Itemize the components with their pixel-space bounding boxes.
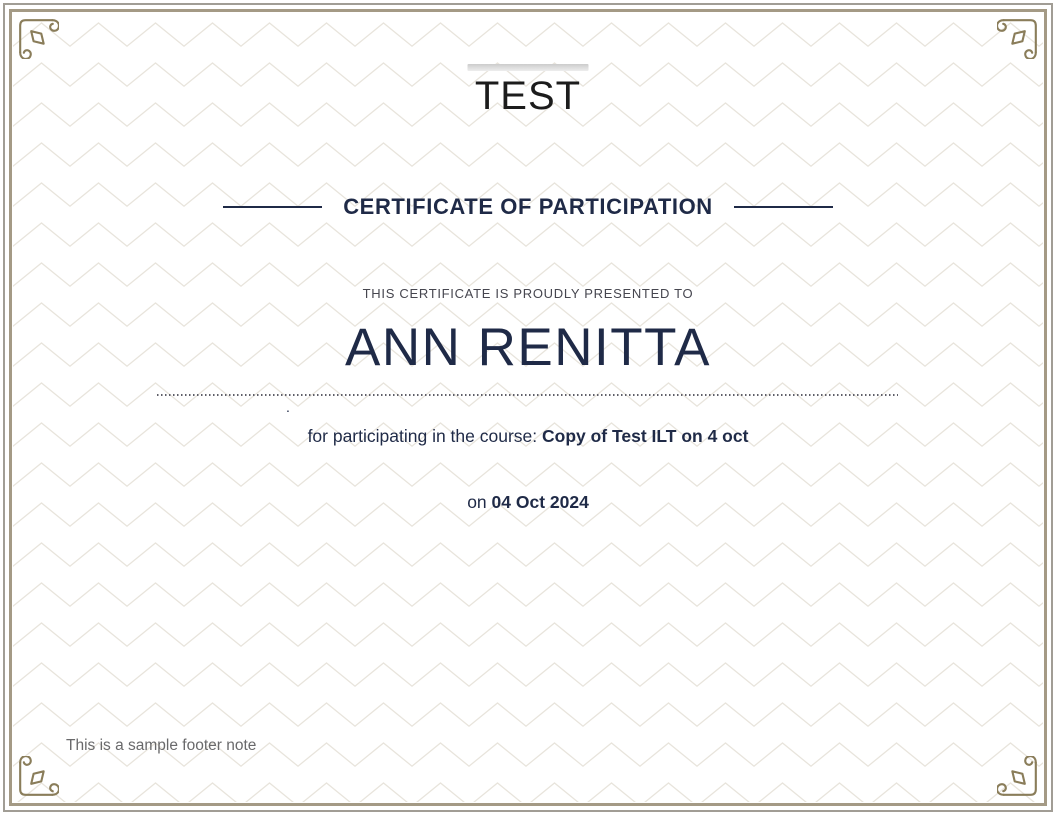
brand-title: TEST — [0, 74, 1056, 119]
footer-note: This is a sample footer note — [66, 737, 256, 755]
heading-row: CERTIFICATE OF PARTICIPATION — [0, 194, 1056, 220]
course-prefix: for participating in the course: — [308, 426, 542, 446]
date-prefix: on — [467, 492, 491, 512]
corner-flourish-icon — [997, 756, 1043, 802]
brand-logo-bar — [468, 64, 589, 71]
heading-divider-left — [223, 206, 322, 208]
presented-label: THIS CERTIFICATE IS PROUDLY PRESENTED TO — [0, 286, 1056, 301]
heading-divider-right — [734, 206, 833, 208]
corner-flourish-icon — [997, 13, 1043, 59]
corner-flourish-icon — [13, 13, 59, 59]
date-line: on 04 Oct 2024 — [0, 492, 1056, 513]
stray-mark: . — [286, 399, 290, 415]
certificate: TEST CERTIFICATE OF PARTICIPATION THIS C… — [0, 0, 1056, 815]
corner-flourish-icon — [13, 756, 59, 802]
certificate-heading: CERTIFICATE OF PARTICIPATION — [343, 194, 713, 220]
recipient-name: ANN RENITTA — [0, 317, 1056, 378]
course-line: for participating in the course: Copy of… — [0, 426, 1056, 447]
course-name: Copy of Test ILT on 4 oct — [542, 426, 748, 446]
date-value: 04 Oct 2024 — [492, 492, 589, 512]
certificate-content: TEST CERTIFICATE OF PARTICIPATION THIS C… — [0, 0, 1056, 815]
dotted-divider — [157, 394, 898, 396]
